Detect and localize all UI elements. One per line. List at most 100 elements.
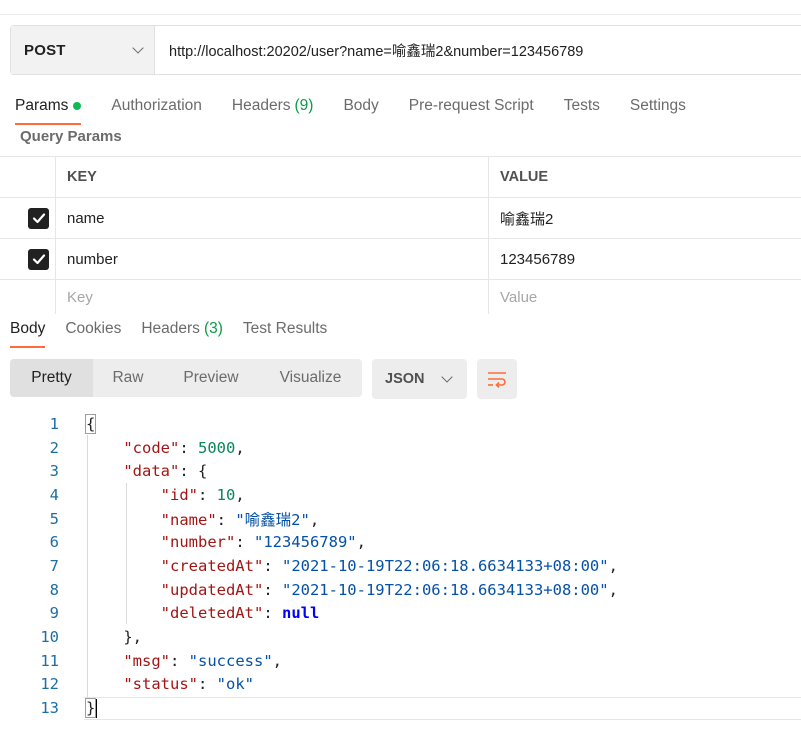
code-token: "2021-10-19T22:06:18.6634133+08:00": [281, 580, 609, 599]
tab-test-results[interactable]: Test Results: [243, 318, 327, 340]
tab-label: Authorization: [111, 97, 202, 114]
response-body-editor[interactable]: 1{2 "code": 5000, 3 "data": {4 "id": 10, 5…: [0, 412, 801, 720]
code-line: 6 "number": "123456789",: [0, 530, 801, 554]
tab-body[interactable]: Body: [343, 92, 378, 120]
code-token: "status": [123, 675, 198, 694]
code-text: "deletedAt": null: [59, 604, 320, 623]
wrap-lines-button[interactable]: [477, 359, 517, 399]
tab-response-body[interactable]: Body: [10, 318, 46, 348]
new-value-input[interactable]: Value: [489, 280, 801, 314]
line-number: 9: [49, 604, 59, 623]
view-raw[interactable]: Raw: [93, 359, 163, 397]
line-number: 2: [49, 438, 59, 457]
param-key[interactable]: name: [56, 198, 489, 238]
code-line: 12 "status": "ok": [0, 673, 801, 697]
tab-label: Headers: [231, 97, 291, 114]
code-token: "id": [160, 485, 198, 504]
tab-label: Headers: [141, 320, 200, 337]
code-token: "name": [160, 510, 217, 529]
table-row: name 喻鑫瑞2: [0, 198, 801, 239]
top-divider: [0, 14, 801, 15]
code-text: "code": 5000,: [59, 438, 244, 457]
tab-response-headers[interactable]: Headers (3): [141, 318, 223, 340]
checkmark-icon: [32, 213, 45, 224]
tab-pre-request-script[interactable]: Pre-request Script: [409, 92, 534, 120]
code-line: 11 "msg": "success",: [0, 649, 801, 673]
code-token: :: [197, 675, 217, 694]
headers-count: (9): [294, 97, 314, 114]
method-label: POST: [24, 41, 66, 59]
code-token: :: [263, 556, 282, 575]
line-number: 3: [49, 462, 59, 481]
code-text: }: [59, 697, 98, 718]
code-token: "deletedAt": [160, 604, 264, 623]
code-token: :: [179, 438, 198, 457]
tab-authorization[interactable]: Authorization: [111, 92, 201, 120]
code-token: ,: [608, 580, 618, 599]
table-row: number 123456789: [0, 239, 801, 280]
line-number: 12: [40, 675, 59, 694]
param-checkbox[interactable]: [28, 207, 49, 229]
code-token: ,: [309, 510, 320, 529]
tab-cookies[interactable]: Cookies: [65, 318, 121, 340]
param-key[interactable]: number: [56, 239, 489, 279]
code-token: "createdAt": [160, 556, 264, 575]
line-number: 10: [40, 628, 59, 647]
row-check-cell: [0, 239, 56, 279]
tab-params[interactable]: Params: [15, 92, 82, 125]
tab-tests[interactable]: Tests: [564, 92, 600, 120]
view-visualize[interactable]: Visualize: [259, 359, 362, 397]
method-select[interactable]: POST: [11, 26, 155, 74]
view-mode-switch: Pretty Raw Preview Visualize: [10, 359, 362, 397]
tab-label: Settings: [629, 97, 686, 114]
code-token: : {: [179, 462, 208, 481]
code-line: 3 "data": {: [0, 459, 801, 483]
code-token: :: [216, 510, 236, 529]
code-token: "updatedAt": [160, 580, 264, 599]
url-input[interactable]: http://localhost:20202/user?name=喻鑫瑞2&nu…: [155, 26, 801, 74]
param-checkbox[interactable]: [28, 248, 49, 270]
code-token: ,: [235, 485, 245, 504]
line-number: 1: [49, 414, 59, 433]
tab-label: Test Results: [242, 320, 328, 337]
code-token: "success": [188, 651, 273, 670]
tab-settings[interactable]: Settings: [630, 92, 686, 120]
new-param-row: Key Value: [0, 280, 801, 314]
code-token: "code": [123, 438, 180, 457]
new-key-input[interactable]: Key: [56, 280, 489, 314]
code-text: "msg": "success",: [59, 652, 282, 670]
text-cursor: [95, 698, 98, 718]
response-headers-count: (3): [203, 320, 223, 337]
code-text: "createdAt": "2021-10-19T22:06:18.663413…: [59, 557, 618, 575]
view-pretty[interactable]: Pretty: [10, 359, 93, 397]
chevron-down-icon: [132, 42, 144, 54]
tab-label: Cookies: [65, 320, 122, 337]
format-select[interactable]: JSON: [372, 359, 467, 399]
param-value[interactable]: 123456789: [489, 239, 801, 279]
line-number: 7: [49, 556, 59, 575]
view-preview[interactable]: Preview: [163, 359, 259, 397]
query-params-table: KEY VALUE name 喻鑫瑞2 number 123456789 Key…: [0, 156, 801, 314]
code-token: null: [281, 604, 320, 623]
code-text: "id": 10,: [59, 486, 245, 504]
value-column-header: VALUE: [500, 169, 549, 185]
line-number: 8: [49, 580, 59, 599]
code-line: 4 "id": 10,: [0, 483, 801, 507]
tab-label: Pre-request Script: [408, 97, 534, 114]
code-token: "喻鑫瑞2": [235, 510, 310, 529]
key-column-header: KEY: [56, 157, 489, 197]
param-value[interactable]: 喻鑫瑞2: [489, 198, 801, 238]
code-line: 8 "updatedAt": "2021-10-19T22:06:18.6634…: [0, 578, 801, 602]
header-check-cell: [0, 157, 56, 197]
code-token: ,: [272, 651, 283, 670]
tab-headers[interactable]: Headers (9): [232, 92, 314, 120]
code-token: "msg": [123, 651, 170, 670]
line-number: 5: [49, 509, 59, 528]
code-token: ,: [356, 533, 366, 552]
format-label: JSON: [385, 371, 425, 387]
code-token: "2021-10-19T22:06:18.6634133+08:00": [281, 556, 609, 575]
code-line: 10 },: [0, 625, 801, 649]
line-number: 4: [49, 485, 59, 504]
row-check-cell: [0, 198, 56, 238]
code-line: 9 "deletedAt": null: [0, 602, 801, 626]
